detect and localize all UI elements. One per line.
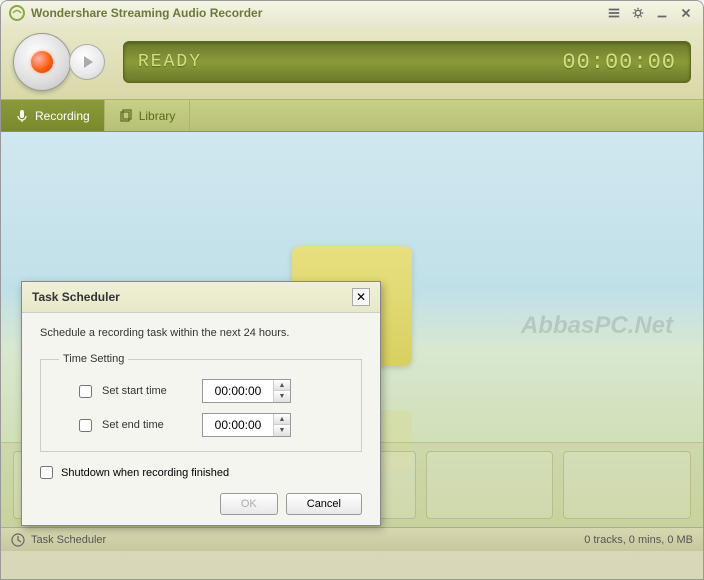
- status-text: READY: [138, 52, 202, 72]
- tabs: Recording Library: [1, 100, 703, 132]
- dialog-titlebar: Task Scheduler ✕: [22, 282, 380, 313]
- spinner-down-button[interactable]: ▼: [274, 391, 290, 402]
- statusbar: Task Scheduler 0 tracks, 0 mins, 0 MB: [1, 527, 703, 551]
- dialog-buttons: OK Cancel: [40, 493, 362, 515]
- end-time-input[interactable]: [203, 414, 273, 436]
- minimize-button[interactable]: [653, 5, 671, 21]
- tab-recording[interactable]: Recording: [1, 100, 105, 131]
- thumbnail-slot: [563, 451, 691, 519]
- status-display: READY 00:00:00: [123, 41, 691, 83]
- thumbnail-slot: [426, 451, 554, 519]
- fieldset-legend: Time Setting: [59, 353, 128, 365]
- list-icon[interactable]: [605, 5, 623, 21]
- shutdown-checkbox[interactable]: [40, 466, 53, 479]
- dialog-description: Schedule a recording task within the nex…: [40, 327, 362, 339]
- tab-recording-label: Recording: [35, 109, 90, 123]
- toolbar: READY 00:00:00: [1, 25, 703, 100]
- record-button[interactable]: [13, 33, 71, 91]
- spinner-up-button[interactable]: ▲: [274, 380, 290, 391]
- start-time-row: Set start time ▲ ▼: [59, 379, 343, 403]
- start-time-checkbox[interactable]: [79, 385, 92, 398]
- spinner-down-button[interactable]: ▼: [274, 425, 290, 436]
- statusbar-left-text[interactable]: Task Scheduler: [31, 534, 106, 546]
- play-icon: [84, 56, 93, 68]
- start-time-label: Set start time: [102, 385, 192, 397]
- titlebar: Wondershare Streaming Audio Recorder: [1, 1, 703, 25]
- app-title: Wondershare Streaming Audio Recorder: [31, 6, 605, 20]
- shutdown-label: Shutdown when recording finished: [61, 467, 229, 479]
- end-time-input-wrap: ▲ ▼: [202, 413, 291, 437]
- dialog-title: Task Scheduler: [32, 290, 120, 304]
- shutdown-row: Shutdown when recording finished: [40, 466, 362, 479]
- start-time-spinner: ▲ ▼: [273, 380, 290, 402]
- time-setting-fieldset: Time Setting Set start time ▲ ▼ Set end …: [40, 353, 362, 452]
- titlebar-buttons: [605, 5, 695, 21]
- library-icon: [119, 109, 133, 123]
- spinner-up-button[interactable]: ▲: [274, 414, 290, 425]
- statusbar-right-text: 0 tracks, 0 mins, 0 MB: [584, 534, 693, 546]
- end-time-spinner: ▲ ▼: [273, 414, 290, 436]
- tab-library-label: Library: [139, 109, 176, 123]
- record-controls: [13, 33, 105, 91]
- end-time-checkbox[interactable]: [79, 419, 92, 432]
- ok-button[interactable]: OK: [220, 493, 278, 515]
- status-time: 00:00:00: [562, 50, 676, 75]
- gear-icon[interactable]: [629, 5, 647, 21]
- cancel-button[interactable]: Cancel: [286, 493, 362, 515]
- app-window: Wondershare Streaming Audio Recorder REA…: [0, 0, 704, 580]
- end-time-label: Set end time: [102, 419, 192, 431]
- app-logo-icon: [9, 5, 25, 21]
- tab-library[interactable]: Library: [105, 100, 191, 131]
- end-time-row: Set end time ▲ ▼: [59, 413, 343, 437]
- play-button[interactable]: [69, 44, 105, 80]
- start-time-input-wrap: ▲ ▼: [202, 379, 291, 403]
- dialog-body: Schedule a recording task within the nex…: [22, 313, 380, 525]
- watermark: AbbasPC.Net: [521, 312, 673, 340]
- close-button[interactable]: [677, 5, 695, 21]
- mic-icon: [15, 109, 29, 123]
- record-icon: [31, 51, 53, 73]
- task-scheduler-dialog: Task Scheduler ✕ Schedule a recording ta…: [21, 281, 381, 526]
- dialog-close-button[interactable]: ✕: [352, 288, 370, 306]
- start-time-input[interactable]: [203, 380, 273, 402]
- clock-icon[interactable]: [11, 533, 25, 547]
